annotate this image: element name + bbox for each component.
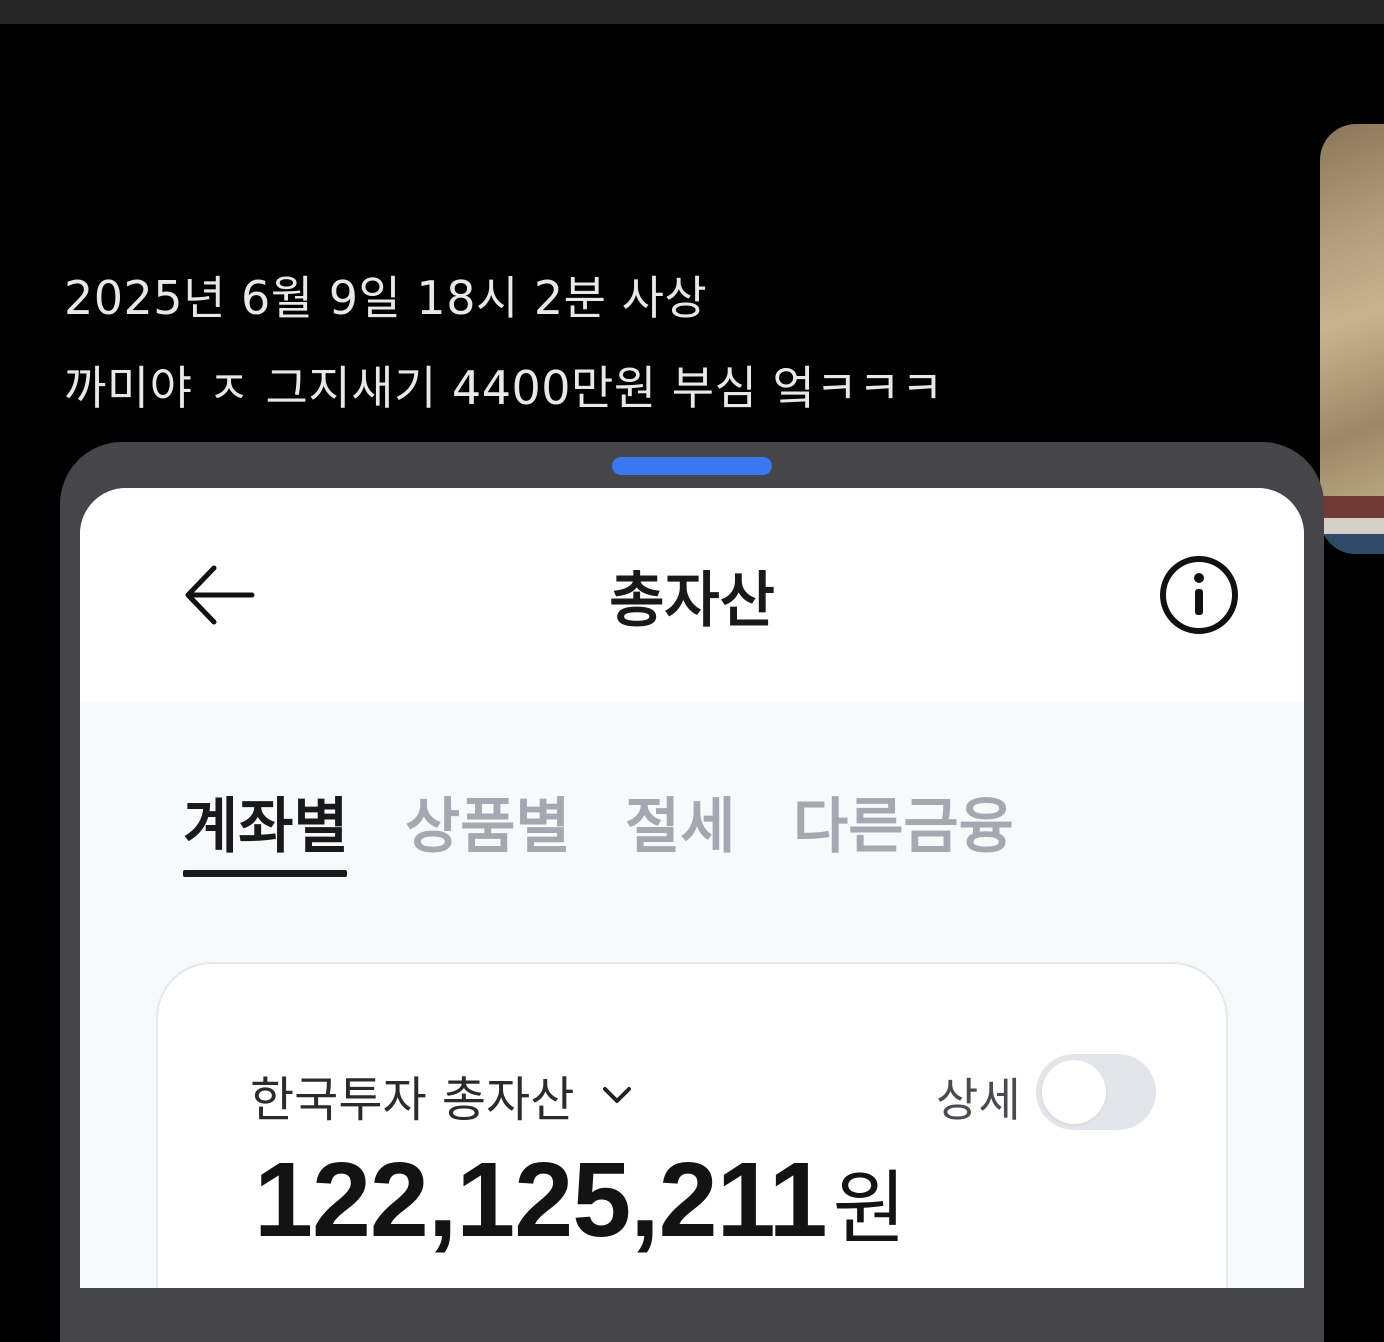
app-screen: 총자산 계좌별 상품별 절세 다른금융 한국투자 총자산 상세 122,125,… [80,488,1304,1288]
currency-unit: 원 [832,1162,907,1255]
active-tab-indicator [183,870,347,877]
detail-toggle-label: 상세 [936,1073,1021,1127]
toggle-knob [1042,1060,1106,1124]
tab-by-account[interactable]: 계좌별 [183,778,349,865]
drag-handle[interactable] [612,457,772,475]
tab-tax-saving[interactable]: 절세 [625,778,735,865]
app-header: 총자산 [80,488,1304,702]
caption-line-2: 까미야 ㅈ 그지새기 4400만원 부심 엌ㅋㅋㅋ [64,361,944,415]
top-status-bar [0,0,1384,24]
info-circle-icon [1160,556,1238,634]
chevron-down-icon [603,1087,632,1103]
tab-other-finance[interactable]: 다른금융 [793,778,1014,865]
tab-by-product[interactable]: 상품별 [405,778,571,865]
account-selector-label: 한국투자 총자산 [250,1072,575,1128]
total-amount-value: 122,125,211 [254,1141,828,1259]
account-selector[interactable]: 한국투자 총자산 [250,1060,634,1130]
side-thumbnail-image[interactable] [1320,124,1384,554]
caption-line-1: 2025년 6월 9일 18시 2분 사상 [64,271,708,325]
info-button[interactable] [1156,552,1242,638]
detail-toggle[interactable] [1036,1054,1156,1130]
total-assets-card: 한국투자 총자산 상세 122,125,211원 [156,962,1228,1288]
total-amount: 122,125,211원 [254,1140,906,1261]
page-title: 총자산 [609,566,775,636]
